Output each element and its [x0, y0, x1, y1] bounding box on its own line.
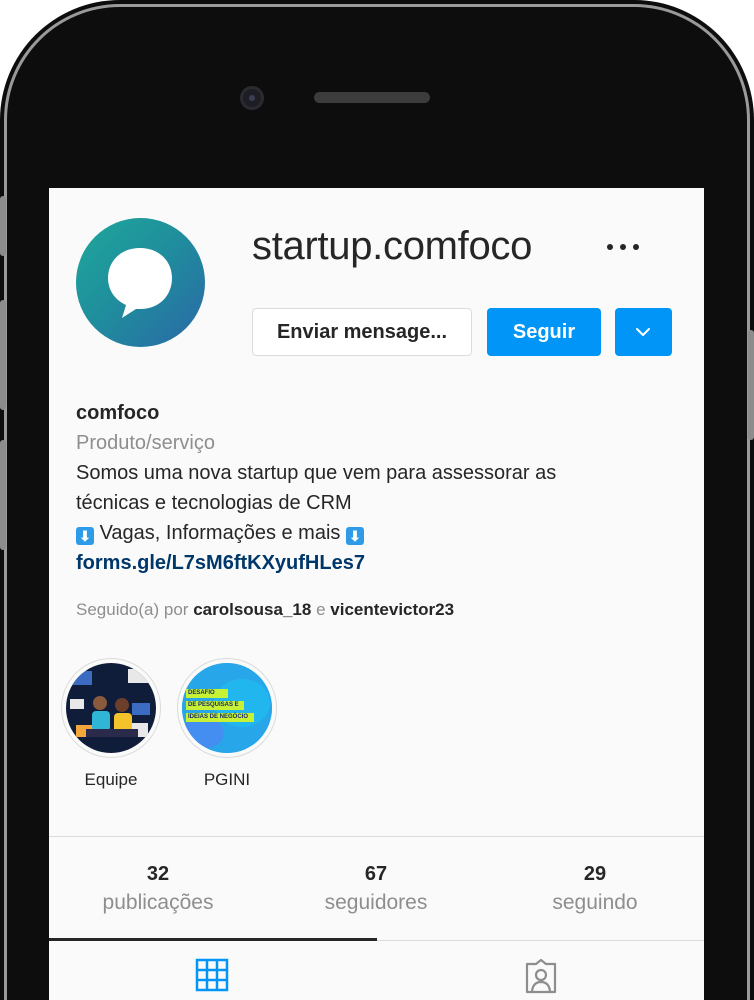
profile-username: startup.comfoco	[252, 224, 533, 268]
highlight-equipe[interactable]: Equipe	[59, 658, 163, 790]
stat-value: 29	[583, 863, 607, 885]
highlight-cover-image: DESAFIO DE PESQUISAS E IDEIAS DE NEGÓCIO	[182, 663, 272, 753]
profile-screen: startup.comfoco Enviar mensage... Seguir…	[49, 188, 704, 1000]
chevron-down-icon	[636, 328, 650, 336]
speaker-grille	[314, 92, 430, 103]
highlight-banner-line: DESAFIO	[188, 690, 215, 696]
tab-posts-grid[interactable]	[195, 958, 229, 997]
bio-text: Vagas, Informações e mais	[99, 522, 341, 544]
highlight-pgini[interactable]: DESAFIO DE PESQUISAS E IDEIAS DE NEGÓCIO…	[175, 658, 279, 790]
stat-value: 32	[146, 863, 170, 885]
suggestions-dropdown-button[interactable]	[615, 308, 672, 356]
highlight-banner-line: IDEIAS DE NEGÓCIO	[188, 714, 249, 720]
highlight-label: PGINI	[203, 770, 251, 789]
send-message-button[interactable]: Enviar mensage...	[252, 308, 472, 356]
stat-label: publicações	[102, 891, 214, 914]
highlight-ring	[61, 658, 161, 758]
chat-bubble-logo-icon	[108, 248, 172, 318]
stat-value: 67	[364, 863, 388, 885]
down-arrow-emoji-icon: ⬇	[345, 527, 364, 545]
bio-text-line: ⬇ Vagas, Informações e mais ⬇	[76, 518, 676, 548]
side-button	[748, 330, 754, 440]
front-camera	[240, 86, 264, 110]
phone-frame: startup.comfoco Enviar mensage... Seguir…	[0, 0, 754, 1000]
highlight-ring: DESAFIO DE PESQUISAS E IDEIAS DE NEGÓCIO	[177, 658, 277, 758]
profile-category: Produto/serviço	[76, 432, 215, 454]
bio-text-line: Somos uma nova startup que vem para asse…	[76, 462, 557, 484]
highlight-cover-image	[66, 663, 156, 753]
stat-label: seguindo	[552, 891, 638, 914]
bio-text-line: técnicas e tecnologias de CRM	[76, 492, 352, 514]
stats-divider	[49, 836, 704, 837]
bio-link[interactable]: forms.gle/L7sM6ftKXyufHLes7	[76, 548, 676, 578]
follower-link[interactable]: carolsousa_18	[193, 600, 311, 619]
follow-button[interactable]: Seguir	[487, 308, 601, 356]
stat-label: seguidores	[324, 891, 428, 914]
profile-bio: comfoco Produto/serviço Somos uma nova s…	[76, 398, 676, 578]
side-button	[0, 196, 6, 256]
tab-tagged[interactable]	[523, 958, 559, 999]
follower-link[interactable]: vicentevictor23	[330, 600, 454, 619]
followed-by-text: Seguido(a) por carolsousa_18 e vicentevi…	[76, 600, 454, 620]
stat-followers[interactable]: 67 seguidores	[276, 860, 476, 918]
followed-by-prefix: Seguido(a) por	[76, 600, 189, 619]
side-button	[0, 300, 6, 410]
down-arrow-emoji-icon: ⬇	[76, 527, 94, 545]
more-horizontal-icon[interactable]	[605, 240, 641, 254]
active-tab-indicator	[49, 938, 377, 941]
stat-posts[interactable]: 32 publicações	[58, 860, 258, 918]
profile-display-name: comfoco	[76, 402, 160, 424]
grid-icon	[195, 958, 229, 992]
followed-by-conjunction: e	[316, 600, 326, 619]
side-button	[0, 440, 6, 550]
profile-avatar[interactable]	[76, 218, 205, 347]
highlight-banner-line: DE PESQUISAS E	[188, 702, 239, 708]
tagged-user-icon	[525, 958, 557, 994]
stat-following[interactable]: 29 seguindo	[495, 860, 695, 918]
highlight-label: Equipe	[84, 770, 138, 789]
